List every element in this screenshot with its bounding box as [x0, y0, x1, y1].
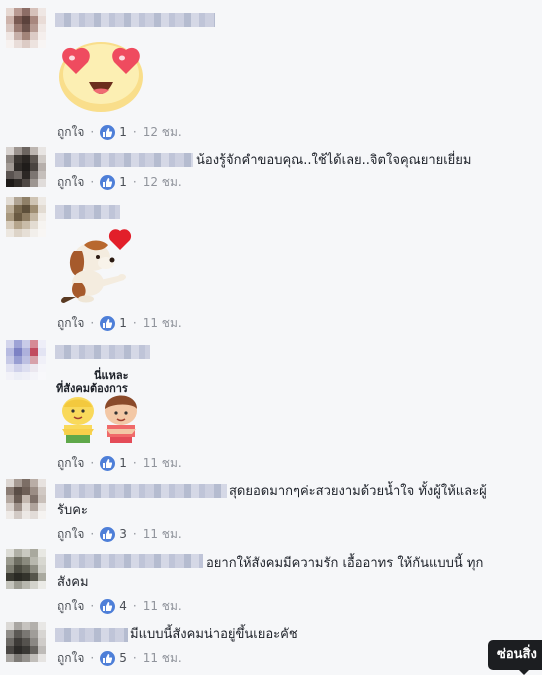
- separator-dot: ·: [90, 651, 95, 665]
- timestamp[interactable]: 11 ชม.: [143, 597, 182, 616]
- commenter-name[interactable]: [55, 554, 203, 568]
- avatar[interactable]: [6, 8, 46, 48]
- avatar[interactable]: [6, 479, 46, 519]
- comment-text: สุดยอดมากๆค่ะสวยงามด้วยน้ำใจ ทั้งผู้ให้แ…: [229, 484, 487, 499]
- like-link[interactable]: ถูกใจ: [57, 123, 84, 142]
- comment-2: น้องรู้จักคำขอบคุณ..ใช้ได้เลย..จิตใจคุณย…: [0, 145, 542, 195]
- separator-dot: ·: [132, 527, 137, 541]
- comment-text: น้องรู้จักคำขอบคุณ..ใช้ได้เลย..จิตใจคุณย…: [196, 153, 472, 168]
- hide-tooltip: ซ่อนสิ่ง: [488, 640, 542, 670]
- commenter-name[interactable]: [55, 484, 227, 498]
- commenter-name[interactable]: [55, 345, 150, 359]
- separator-dot: ·: [90, 527, 95, 541]
- like-reaction-icon[interactable]: [100, 174, 116, 190]
- puppy-heart-sticker: [61, 229, 132, 303]
- like-reaction-icon[interactable]: [100, 124, 116, 140]
- comment-1: ถูกใจ · 1 · 12 ชม.: [0, 0, 542, 145]
- timestamp[interactable]: 12 ชม.: [143, 123, 182, 142]
- like-reaction-icon[interactable]: [100, 598, 116, 614]
- avatar[interactable]: [6, 147, 46, 187]
- separator-dot: ·: [132, 316, 137, 330]
- like-reaction-icon[interactable]: [100, 455, 116, 471]
- comment-7: มีแบบนี้สังคมน่าอยู่ขึ้นเยอะคัช ถูกใจ · …: [0, 618, 542, 675]
- timestamp[interactable]: 11 ชม.: [143, 649, 182, 668]
- timestamp[interactable]: 11 ชม.: [143, 314, 182, 333]
- like-link[interactable]: ถูกใจ: [57, 454, 84, 473]
- separator-dot: ·: [90, 175, 95, 189]
- like-reaction-icon[interactable]: [100, 315, 116, 331]
- avatar[interactable]: [6, 340, 46, 380]
- like-link[interactable]: ถูกใจ: [57, 314, 84, 333]
- comment-4: นี่แหละ ที่สังคมต้องการ ถูกใจ · 1 · 11 ช…: [0, 335, 542, 475]
- like-link[interactable]: ถูกใจ: [57, 597, 84, 616]
- commenter-name[interactable]: [55, 205, 120, 219]
- separator-dot: ·: [90, 599, 95, 613]
- timestamp[interactable]: 11 ชม.: [143, 454, 182, 473]
- sticker-text: ที่สังคมต้องการ: [56, 380, 128, 395]
- timestamp[interactable]: 12 ชม.: [143, 173, 182, 192]
- avatar[interactable]: [6, 622, 46, 662]
- separator-dot: ·: [132, 175, 137, 189]
- commenter-name[interactable]: [55, 13, 215, 27]
- like-count[interactable]: 1: [119, 316, 127, 330]
- sticker-text: นี่แหละ: [94, 367, 129, 382]
- commenter-name[interactable]: [55, 628, 128, 642]
- separator-dot: ·: [132, 456, 137, 470]
- like-link[interactable]: ถูกใจ: [57, 649, 84, 668]
- like-count[interactable]: 1: [119, 456, 127, 470]
- comment-text: อยากให้สังคมมีความรัก เอื้ออาทร ให้กันแบ…: [206, 556, 484, 571]
- comment-text-continued: สังคม: [57, 575, 89, 590]
- like-count[interactable]: 4: [119, 599, 127, 613]
- timestamp[interactable]: 11 ชม.: [143, 525, 182, 544]
- two-kids-sticker: นี่แหละ ที่สังคมต้องการ: [56, 367, 137, 443]
- like-count[interactable]: 5: [119, 651, 127, 665]
- comment-5: สุดยอดมากๆค่ะสวยงามด้วยน้ำใจ ทั้งผู้ให้แ…: [0, 475, 542, 545]
- like-link[interactable]: ถูกใจ: [57, 525, 84, 544]
- like-reaction-icon[interactable]: [100, 650, 116, 666]
- separator-dot: ·: [90, 125, 95, 139]
- comment-text-continued: รับคะ: [57, 503, 88, 518]
- separator-dot: ·: [90, 316, 95, 330]
- comment-6: อยากให้สังคมมีความรัก เอื้ออาทร ให้กันแบ…: [0, 545, 542, 618]
- like-reaction-icon[interactable]: [100, 526, 116, 542]
- heart-eyes-emoji-sticker: [59, 42, 143, 112]
- tooltip-arrow: [518, 669, 530, 675]
- commenter-name[interactable]: [55, 153, 193, 167]
- avatar[interactable]: [6, 549, 46, 589]
- avatar[interactable]: [6, 197, 46, 237]
- like-link[interactable]: ถูกใจ: [57, 173, 84, 192]
- like-count[interactable]: 3: [119, 527, 127, 541]
- separator-dot: ·: [132, 651, 137, 665]
- separator-dot: ·: [132, 599, 137, 613]
- separator-dot: ·: [132, 125, 137, 139]
- separator-dot: ·: [90, 456, 95, 470]
- comment-3: ถูกใจ · 1 · 11 ชม.: [0, 195, 542, 335]
- comment-text: มีแบบนี้สังคมน่าอยู่ขึ้นเยอะคัช: [130, 627, 298, 642]
- like-count[interactable]: 1: [119, 175, 127, 189]
- like-count[interactable]: 1: [119, 125, 127, 139]
